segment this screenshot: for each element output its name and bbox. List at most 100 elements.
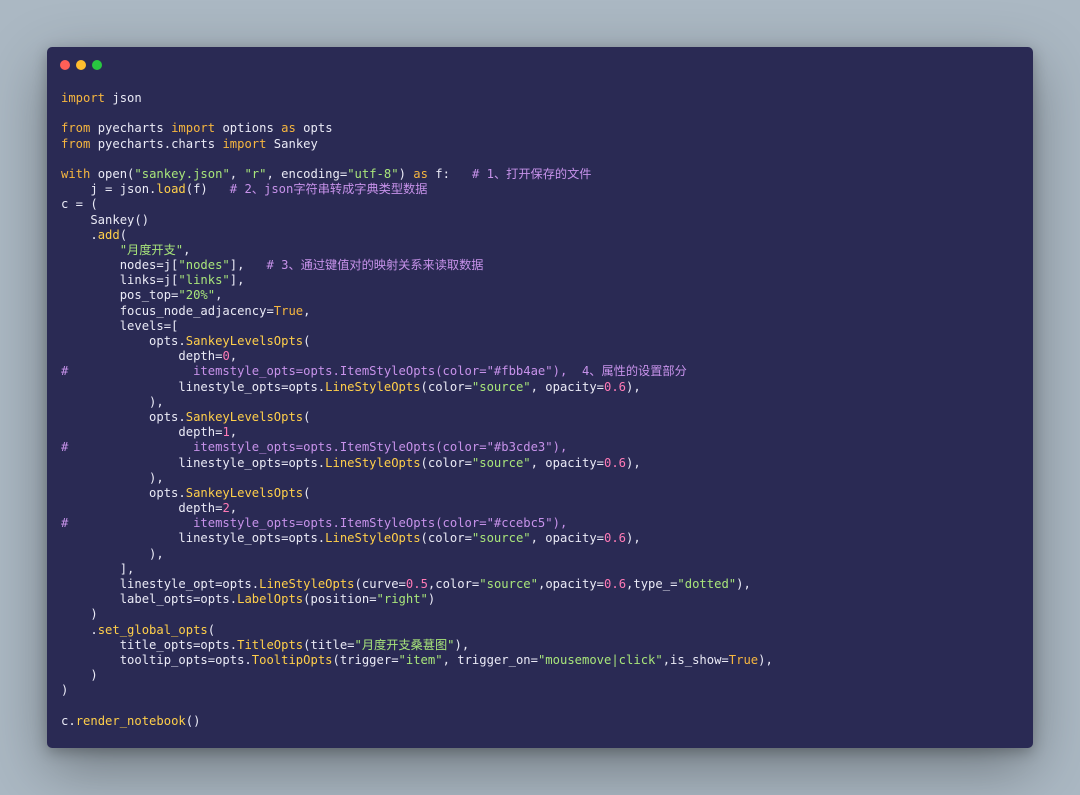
- code-token: "item": [398, 652, 443, 667]
- close-button[interactable]: [60, 60, 70, 70]
- code-token: ,color=: [427, 577, 480, 591]
- code-token: True: [728, 652, 759, 667]
- code-token: (color=: [420, 531, 472, 546]
- code-line: nodes=j["nodes"], # 3、通过键值对的映射关系来读取数据: [61, 258, 773, 273]
- code-line: from pyecharts import options as opts: [61, 121, 773, 136]
- code-token: TitleOpts: [237, 637, 304, 652]
- code-token: "nodes": [178, 258, 230, 273]
- code-token: 0.6: [604, 379, 627, 394]
- code-token: ),: [61, 546, 164, 561]
- code-line: # itemstyle_opts=opts.ItemStyleOpts(colo…: [61, 440, 773, 455]
- code-token: .: [61, 227, 98, 242]
- code-token: open(: [90, 166, 135, 181]
- code-token: depth=: [61, 425, 223, 440]
- code-line: depth=1,: [61, 425, 773, 440]
- code-line: .add(: [61, 228, 773, 243]
- code-token: c.: [61, 713, 76, 728]
- code-token: (color=: [420, 379, 472, 394]
- code-token: ,opacity=: [537, 577, 605, 591]
- code-token: (f): [185, 182, 230, 197]
- code-line: ),: [61, 471, 773, 486]
- code-token: nodes=j[: [61, 258, 179, 273]
- code-token: from: [61, 136, 91, 151]
- code-token: TooltipOpts: [251, 652, 333, 667]
- code-token: 0.6: [604, 455, 627, 470]
- code-token: ),: [626, 531, 641, 546]
- code-token: as: [413, 166, 428, 181]
- code-token: True: [273, 303, 304, 318]
- code-line: c = (: [61, 197, 773, 212]
- code-line: j = json.load(f) # 2、json字符串转成字典类型数据: [61, 182, 773, 197]
- code-token: ): [398, 166, 414, 181]
- minimize-button[interactable]: [76, 60, 86, 70]
- maximize-button[interactable]: [92, 60, 102, 70]
- code-token: ): [427, 592, 436, 607]
- code-token: ,: [229, 501, 238, 516]
- code-line: focus_node_adjacency=True,: [61, 304, 773, 319]
- code-line: "月度开支",: [61, 243, 773, 258]
- code-token: (curve=: [354, 577, 406, 591]
- code-line: ],: [61, 562, 773, 577]
- code-token: (color=: [420, 455, 472, 470]
- code-token: (): [185, 713, 201, 728]
- code-token: tooltip_opts=opts.: [61, 652, 252, 667]
- code-line: c.render_notebook(): [61, 714, 773, 729]
- code-token: ),: [626, 455, 641, 470]
- code-token: 0.6: [604, 531, 627, 546]
- code-token: ,: [229, 166, 245, 181]
- code-token: j = json.: [61, 182, 157, 197]
- code-token: linestyle_opt=opts.: [61, 577, 260, 591]
- code-token: "utf-8": [347, 166, 399, 181]
- code-line: links=j["links"],: [61, 273, 773, 288]
- code-line: # itemstyle_opts=opts.ItemStyleOpts(colo…: [61, 364, 773, 379]
- code-line: ),: [61, 547, 773, 562]
- code-token: # itemstyle_opts=opts.ItemStyleOpts(colo…: [61, 364, 687, 379]
- code-line: levels=[: [61, 319, 773, 334]
- code-token: , opacity=: [530, 379, 604, 394]
- code-token: ,: [303, 303, 311, 318]
- code-token: 0.5: [405, 577, 428, 591]
- code-line: with open("sankey.json", "r", encoding="…: [61, 167, 773, 182]
- code-token: , opacity=: [530, 455, 604, 470]
- code-token: ,: [183, 242, 191, 257]
- code-token: (: [119, 227, 128, 242]
- code-line: from pyecharts.charts import Sankey: [61, 137, 773, 152]
- code-token: links=j[: [61, 273, 179, 288]
- code-token: load: [156, 182, 186, 197]
- code-token: .: [61, 622, 98, 637]
- code-token: ),: [61, 470, 164, 485]
- code-line: linestyle_opts=opts.LineStyleOpts(color=…: [61, 456, 773, 471]
- code-line: Sankey(): [61, 213, 773, 228]
- code-token: "r": [244, 166, 267, 181]
- code-token: # itemstyle_opts=opts.ItemStyleOpts(colo…: [61, 516, 568, 531]
- code-token: (: [303, 334, 311, 348]
- code-token: (title=: [303, 637, 355, 652]
- code-token: ,: [229, 425, 238, 440]
- code-token: ),: [454, 637, 470, 652]
- code-token: 0.6: [604, 577, 627, 591]
- code-token: Sankey: [266, 136, 318, 151]
- code-window: import json from pyecharts import option…: [47, 47, 1033, 748]
- code-token: ): [61, 683, 69, 698]
- code-token: ,type_=: [626, 577, 678, 591]
- code-line: import json: [61, 91, 773, 106]
- code-token: "月度开支桑葚图": [354, 637, 455, 652]
- code-token: 2: [222, 501, 230, 516]
- code-line: opts.SankeyLevelsOpts(: [61, 486, 773, 501]
- code-token: , opacity=: [530, 531, 604, 546]
- code-token: opts.: [61, 409, 186, 424]
- code-token: SankeyLevelsOpts: [185, 334, 304, 348]
- window-controls: [60, 60, 102, 70]
- code-token: opts: [295, 121, 333, 136]
- code-block[interactable]: import json from pyecharts import option…: [61, 91, 773, 729]
- code-token: LabelOpts: [237, 592, 304, 607]
- code-token: "source": [471, 455, 531, 470]
- code-token: LineStyleOpts: [259, 577, 355, 591]
- code-token: linestyle_opts=opts.: [61, 455, 326, 470]
- code-token: "source": [471, 379, 531, 394]
- code-line: linestyle_opts=opts.LineStyleOpts(color=…: [61, 380, 773, 395]
- code-token: SankeyLevelsOpts: [185, 485, 304, 500]
- code-token: # itemstyle_opts=opts.ItemStyleOpts(colo…: [61, 440, 568, 455]
